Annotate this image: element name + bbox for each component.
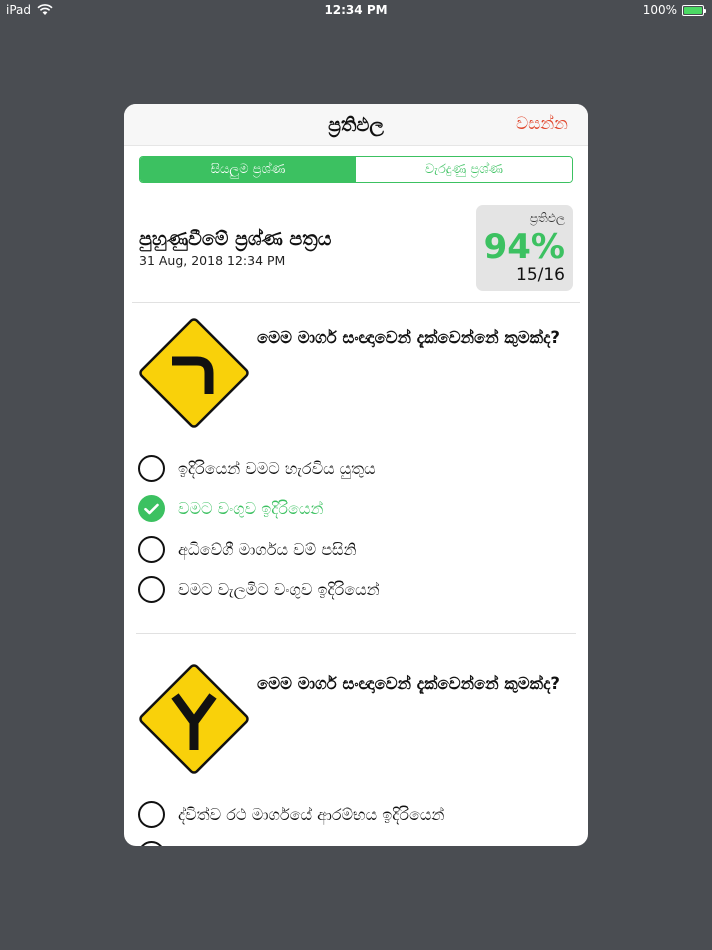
question-text: මෙම මාර්ග සංඥාවෙන් දැක්වෙන්නේ කුමක්ද? bbox=[257, 674, 560, 693]
battery-percent: 100% bbox=[642, 3, 677, 17]
answer-option[interactable]: අධිවේගී මාර්ගය වම් පසිනි bbox=[138, 536, 357, 563]
battery-fill bbox=[684, 6, 702, 14]
y-junction-sign-icon bbox=[139, 664, 249, 774]
answer-label: වමට වංගුව ඉදිරියෙන් bbox=[178, 498, 324, 518]
results-modal: ප්‍රතිඵල වසන්න සියලුම ප්‍රශ්ණ වැරදුණු ප්… bbox=[124, 104, 588, 846]
score-percent: 94% bbox=[483, 227, 565, 267]
battery-icon bbox=[682, 4, 706, 16]
divider bbox=[136, 633, 576, 634]
tab-wrong-questions[interactable]: වැරදුණු ප්‍රශ්ණ bbox=[356, 157, 572, 182]
curve-left-sign-icon bbox=[139, 318, 249, 428]
paper-date: 31 Aug, 2018 12:34 PM bbox=[139, 253, 286, 268]
radio-button[interactable] bbox=[138, 841, 165, 846]
answer-option-selected[interactable]: වමට වංගුව ඉදිරියෙන් bbox=[138, 495, 323, 522]
close-button[interactable]: වසන්න bbox=[516, 114, 568, 134]
divider bbox=[132, 302, 580, 303]
answer-label: අධිවේගී මාර්ගය වම් පසිනි bbox=[178, 539, 357, 559]
score-count: 15/16 bbox=[516, 265, 565, 285]
answer-option[interactable]: ඉදිරියෙන් වමට හැරවිය යුතුය bbox=[138, 455, 376, 482]
radio-button[interactable] bbox=[138, 536, 165, 563]
status-bar: iPad 12:34 PM 100% bbox=[0, 0, 712, 20]
answer-label: වමට වැලමිට වංගුව ඉදිරියෙන් bbox=[178, 579, 380, 599]
question-filter-segmented-control: සියලුම ප්‍රශ්ණ වැරදුණු ප්‍රශ්ණ bbox=[139, 156, 573, 183]
radio-button[interactable] bbox=[138, 455, 165, 482]
checkmark-icon[interactable] bbox=[138, 495, 165, 522]
answer-option[interactable]: ද්විත්ව රථ මාර්ගයේ ආරම්භය ඉදිරියෙන් bbox=[138, 801, 444, 828]
score-label: ප්‍රතිඵල bbox=[529, 211, 565, 225]
radio-button[interactable] bbox=[138, 801, 165, 828]
tab-all-questions[interactable]: සියලුම ප්‍රශ්ණ bbox=[140, 157, 356, 182]
answer-option-partial[interactable] bbox=[138, 841, 165, 846]
score-card: ප්‍රතිඵල 94% 15/16 bbox=[476, 205, 573, 291]
status-right: 100% bbox=[642, 3, 706, 17]
question-text: මෙම මාර්ග සංඥාවෙන් දැක්වෙන්නේ කුමක්ද? bbox=[257, 328, 560, 347]
answer-option[interactable]: වමට වැලමිට වංගුව ඉදිරියෙන් bbox=[138, 576, 380, 603]
answer-label: ඉදිරියෙන් වමට හැරවිය යුතුය bbox=[178, 458, 376, 478]
paper-title: පුහුණුවීමේ ප්‍රශ්ණ පත්‍රය bbox=[139, 228, 332, 250]
radio-button[interactable] bbox=[138, 576, 165, 603]
answer-label: ද්විත්ව රථ මාර්ගයේ ආරම්භය ඉදිරියෙන් bbox=[178, 804, 445, 824]
status-time: 12:34 PM bbox=[324, 3, 388, 17]
modal-header: ප්‍රතිඵල වසන්න bbox=[124, 104, 588, 146]
